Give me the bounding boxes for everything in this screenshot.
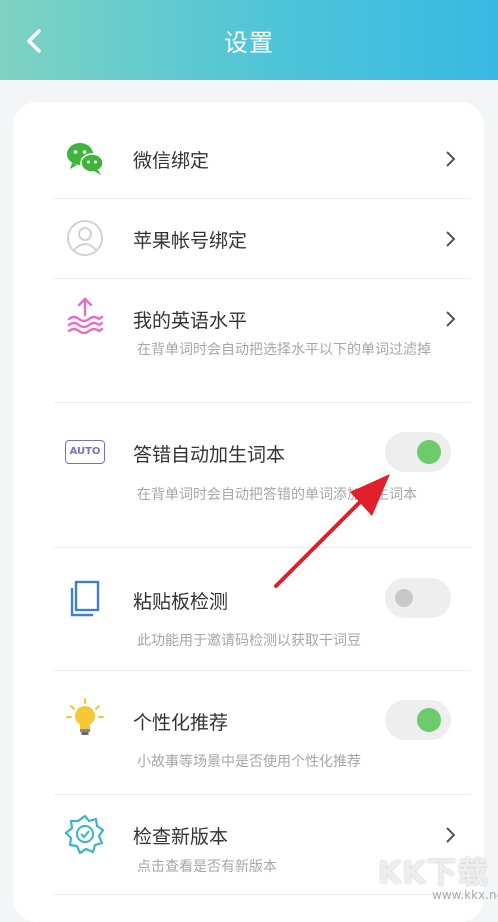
- chevron-right-icon[interactable]: [443, 150, 457, 168]
- personalized-toggle[interactable]: [385, 700, 451, 740]
- header-bar: 设置: [0, 0, 498, 80]
- setting-label: 苹果帐号绑定: [133, 230, 248, 252]
- auto-add-toggle[interactable]: [385, 432, 451, 472]
- setting-wechat-bind[interactable]: 微信绑定: [53, 120, 471, 199]
- page-title: 设置: [224, 28, 274, 57]
- user-circle-icon: [67, 220, 103, 256]
- chevron-right-icon[interactable]: [443, 230, 457, 248]
- wechat-icon: [67, 143, 104, 175]
- setting-personalized-recommend: 个性化推荐 小故事等场景中是否使用个性化推荐: [53, 670, 471, 795]
- setting-clipboard-detect: 粘贴板检测 此功能用于邀请码检测以获取干词豆: [53, 547, 471, 671]
- chevron-right-icon[interactable]: [443, 310, 457, 328]
- gear-check-icon: [65, 814, 105, 854]
- setting-label: 我的英语水平: [133, 310, 248, 332]
- lightbulb-icon: [66, 698, 104, 735]
- setting-description: 在背单词时会自动把选择水平以下的单词过滤掉: [137, 342, 431, 358]
- setting-description: 此功能用于邀请码检测以获取干词豆: [137, 633, 361, 649]
- wave-up-icon: [67, 297, 104, 335]
- back-arrow-icon[interactable]: [24, 28, 46, 54]
- settings-card: 微信绑定 苹果帐号绑定 我的英语水平 在背单词时会自动把选择水平以下的单词过滤掉…: [13, 102, 484, 922]
- setting-description: 在背单词时会自动把答错的单词添加到生词本: [137, 487, 417, 503]
- setting-label: 答错自动加生词本: [133, 444, 286, 466]
- setting-label: 微信绑定: [133, 150, 210, 172]
- clipboard-toggle[interactable]: [385, 578, 451, 618]
- watermark: KK下载 www.kkx.net: [378, 848, 498, 905]
- watermark-brand: KK下载: [378, 856, 489, 891]
- watermark-url: www.kkx.net: [432, 888, 498, 902]
- toggle-knob: [417, 708, 441, 732]
- setting-description: 小故事等场景中是否使用个性化推荐: [137, 754, 361, 770]
- toggle-knob: [417, 440, 441, 464]
- setting-auto-add-wrong-words: AUTO 答错自动加生词本 在背单词时会自动把答错的单词添加到生词本: [53, 402, 471, 548]
- chevron-right-icon[interactable]: [443, 826, 457, 844]
- setting-english-level[interactable]: 我的英语水平 在背单词时会自动把选择水平以下的单词过滤掉: [53, 278, 471, 403]
- setting-label: 粘贴板检测: [133, 591, 229, 613]
- auto-icon: AUTO: [65, 440, 105, 464]
- setting-apple-bind[interactable]: 苹果帐号绑定: [53, 198, 471, 279]
- clipboard-icon: [70, 580, 100, 617]
- setting-label: 检查新版本: [133, 826, 229, 848]
- toggle-knob: [395, 589, 413, 607]
- setting-label: 个性化推荐: [133, 712, 229, 734]
